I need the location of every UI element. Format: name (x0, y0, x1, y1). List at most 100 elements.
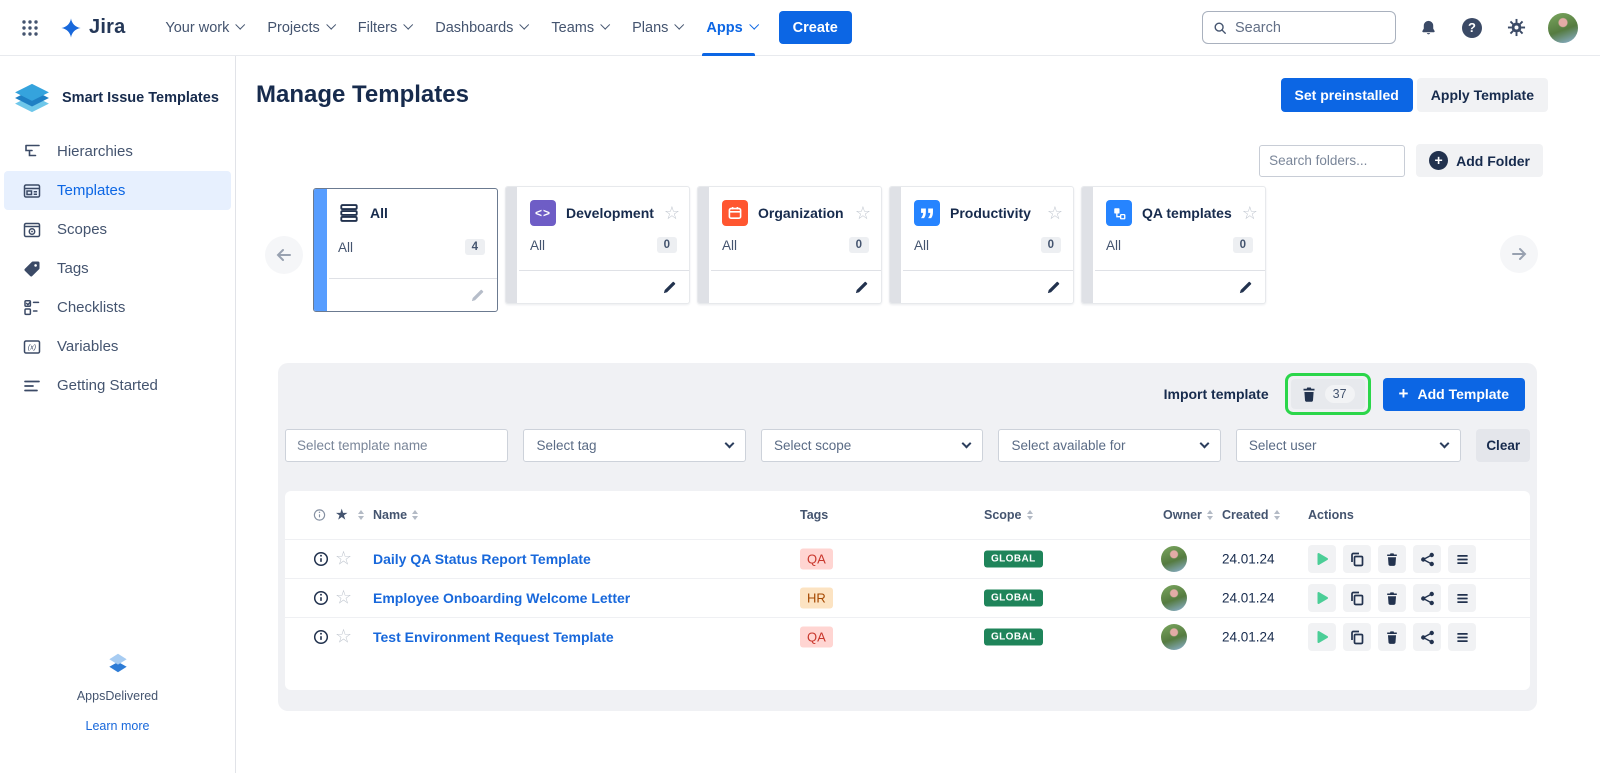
sidebar-item-getting-started[interactable]: Getting Started (4, 366, 231, 405)
folder-card-qa-templates[interactable]: QA templates All 0 (1081, 186, 1266, 304)
app-switcher-icon[interactable] (14, 12, 46, 44)
folder-card-organization[interactable]: Organization All 0 (697, 186, 882, 304)
selected-strip (314, 189, 327, 311)
trash-icon (1385, 630, 1399, 644)
nav-filters[interactable]: Filters (346, 0, 423, 56)
favorite-column-star-icon[interactable] (335, 508, 348, 523)
row-info-icon[interactable] (313, 629, 329, 645)
calendar-icon (722, 200, 748, 226)
user-filter-select[interactable]: Select user (1236, 429, 1461, 462)
column-header-name[interactable]: Name (373, 508, 418, 522)
highlight-annotation-box: 37 (1285, 373, 1371, 415)
jira-mark-icon (60, 17, 82, 39)
run-template-button[interactable] (1308, 545, 1336, 573)
template-name-link[interactable]: Test Environment Request Template (373, 629, 614, 645)
favorite-star-icon[interactable] (335, 550, 352, 569)
add-folder-button[interactable]: Add Folder (1416, 144, 1543, 177)
folder-tools: Add Folder (1259, 144, 1543, 177)
run-template-button[interactable] (1308, 623, 1336, 651)
scope-filter-select[interactable]: Select scope (761, 429, 983, 462)
apply-template-button[interactable]: Apply Template (1417, 78, 1548, 112)
edit-folder-pencil-icon[interactable] (1046, 280, 1061, 295)
tag-filter-select[interactable]: Select tag (523, 429, 745, 462)
nav-plans[interactable]: Plans (620, 0, 694, 56)
svg-text:(x): (x) (28, 344, 36, 351)
learn-more-link[interactable]: Learn more (0, 719, 235, 733)
template-name-link[interactable]: Employee Onboarding Welcome Letter (373, 590, 630, 606)
copy-template-button[interactable] (1343, 545, 1371, 573)
sidebar-item-templates[interactable]: Templates (4, 171, 231, 210)
folder-card-development[interactable]: Development All 0 (505, 186, 690, 304)
nav-your-work[interactable]: Your work (153, 0, 255, 56)
delete-template-button[interactable] (1378, 584, 1406, 612)
nav-projects[interactable]: Projects (255, 0, 345, 56)
nav-dashboards[interactable]: Dashboards (423, 0, 539, 56)
folder-card-all[interactable]: All All 4 (313, 188, 498, 312)
row-menu-button[interactable] (1448, 584, 1476, 612)
sidebar-item-hierarchies[interactable]: Hierarchies (4, 132, 231, 171)
row-info-icon[interactable] (313, 551, 329, 567)
carousel-next-button[interactable] (1500, 235, 1538, 273)
favorite-sort-icon[interactable] (358, 510, 364, 520)
global-search[interactable] (1202, 11, 1396, 44)
add-template-button[interactable]: Add Template (1383, 378, 1525, 411)
share-template-button[interactable] (1413, 584, 1441, 612)
share-template-button[interactable] (1413, 545, 1441, 573)
chevron-down-icon (520, 20, 530, 30)
import-template-link[interactable]: Import template (1164, 386, 1269, 402)
delete-template-button[interactable] (1378, 545, 1406, 573)
favorite-star-icon[interactable] (335, 628, 352, 647)
brand-name: Jira (89, 16, 125, 39)
favorite-star-icon[interactable] (1242, 204, 1258, 222)
available-for-filter-select[interactable]: Select available for (998, 429, 1220, 462)
settings-gear-icon[interactable] (1504, 16, 1528, 40)
search-input[interactable] (1235, 20, 1365, 36)
copy-icon (1349, 590, 1365, 606)
help-icon[interactable] (1460, 16, 1484, 40)
question-mark-icon (1462, 18, 1482, 38)
folder-card-productivity[interactable]: Productivity All 0 (889, 186, 1074, 304)
row-info-icon[interactable] (313, 590, 329, 606)
nav-apps[interactable]: Apps (694, 0, 768, 56)
app-window: Jira Your work Projects Filters Dashboar… (0, 0, 1600, 773)
carousel-prev-button[interactable] (265, 236, 303, 274)
edit-folder-pencil-icon[interactable] (1238, 280, 1253, 295)
favorite-star-icon[interactable] (1047, 204, 1063, 222)
delete-template-button[interactable] (1378, 623, 1406, 651)
column-header-created[interactable]: Created (1222, 508, 1280, 522)
user-avatar[interactable] (1548, 13, 1578, 43)
sidebar-item-scopes[interactable]: Scopes (4, 210, 231, 249)
favorite-star-icon[interactable] (335, 589, 352, 608)
jira-logo[interactable]: Jira (60, 16, 125, 39)
share-template-button[interactable] (1413, 623, 1441, 651)
favorite-star-icon[interactable] (855, 204, 871, 222)
sidebar-item-checklists[interactable]: Checklists (4, 288, 231, 327)
create-button[interactable]: Create (779, 11, 852, 44)
tag-badge: QA (800, 627, 833, 648)
notifications-bell-icon[interactable] (1416, 16, 1440, 40)
row-menu-button[interactable] (1448, 545, 1476, 573)
row-menu-button[interactable] (1448, 623, 1476, 651)
favorite-star-icon[interactable] (664, 204, 680, 222)
template-name-link[interactable]: Daily QA Status Report Template (373, 551, 591, 567)
column-header-owner[interactable]: Owner (1163, 508, 1213, 522)
column-header-scope[interactable]: Scope (984, 508, 1033, 522)
clear-filters-button[interactable]: Clear (1476, 429, 1530, 462)
run-template-button[interactable] (1308, 584, 1336, 612)
trash-bin-button[interactable]: 37 (1291, 379, 1365, 409)
sidebar-item-variables[interactable]: (x) Variables (4, 327, 231, 366)
edit-folder-pencil-icon[interactable] (662, 280, 677, 295)
edit-folder-pencil-icon[interactable] (854, 280, 869, 295)
owner-avatar (1161, 585, 1187, 611)
search-folders-input[interactable] (1259, 145, 1405, 177)
folder-count-badge: 0 (1233, 237, 1253, 253)
copy-template-button[interactable] (1343, 623, 1371, 651)
nav-teams[interactable]: Teams (539, 0, 620, 56)
set-preinstalled-button[interactable]: Set preinstalled (1281, 78, 1413, 112)
sidebar-item-tags[interactable]: Tags (4, 249, 231, 288)
chevron-down-icon (326, 20, 336, 30)
panel-toolbar: Import template 37 Add Template (1164, 373, 1525, 415)
edit-folder-pencil-icon[interactable] (470, 288, 485, 303)
copy-template-button[interactable] (1343, 584, 1371, 612)
template-name-filter-input[interactable] (285, 429, 508, 462)
